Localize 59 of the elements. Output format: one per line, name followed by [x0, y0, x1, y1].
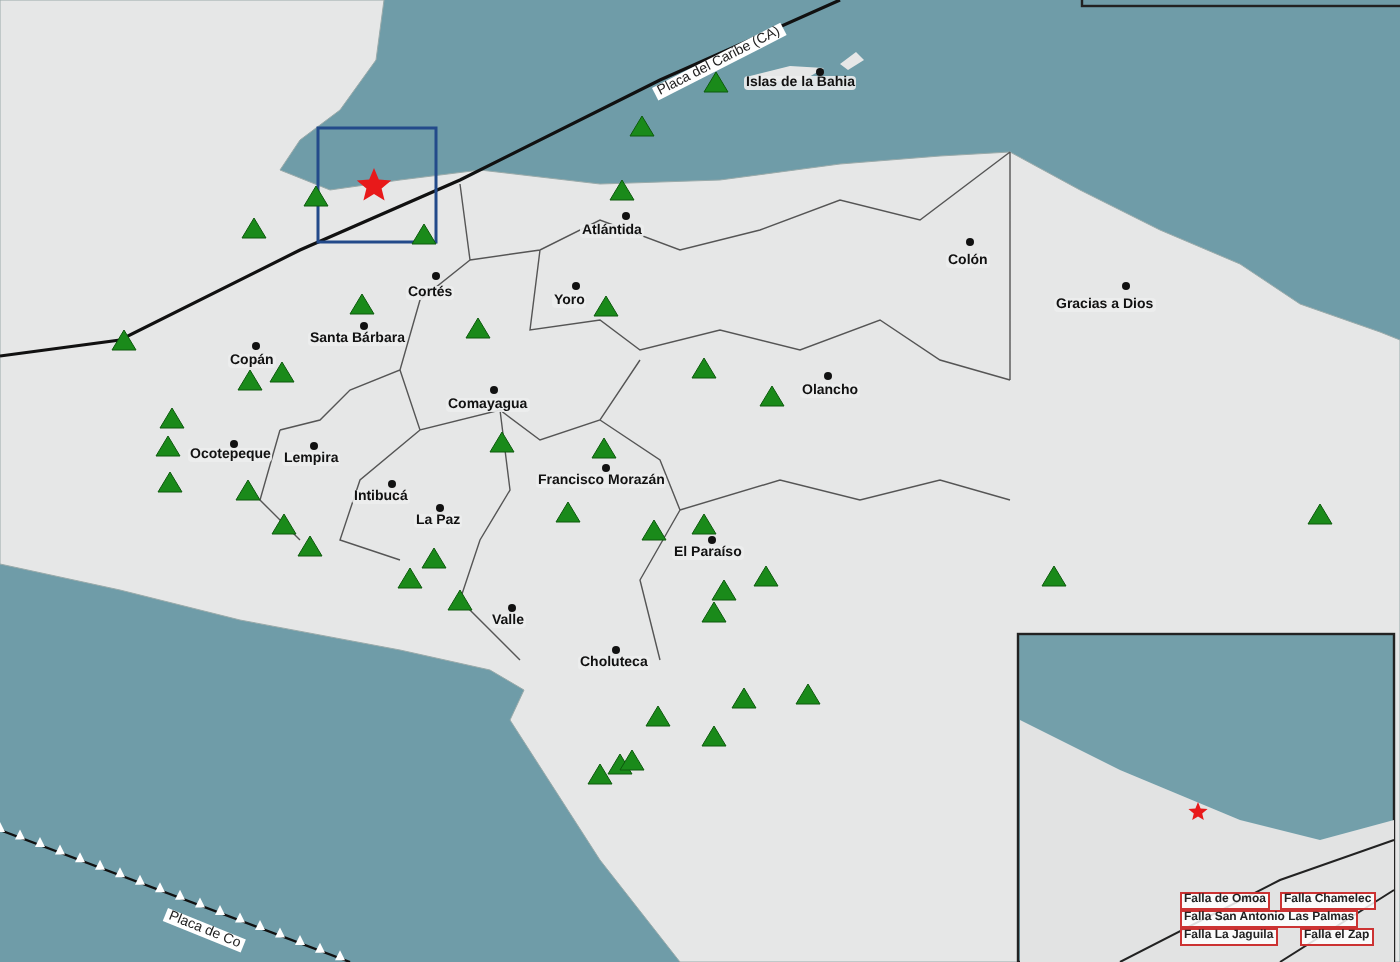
seismic-station-icon — [465, 317, 491, 339]
seismic-station-icon — [645, 705, 671, 727]
seismic-station-icon — [591, 437, 617, 459]
seismic-station-icon — [711, 579, 737, 601]
city-dot — [824, 372, 832, 380]
seismic-station-icon — [237, 369, 263, 391]
city-dot — [490, 386, 498, 394]
seismic-station-icon — [241, 217, 267, 239]
seismic-station-icon — [609, 179, 635, 201]
inset-extent-box — [316, 126, 438, 244]
city-dot — [572, 282, 580, 290]
city-dot — [508, 604, 516, 612]
seismic-station-icon — [297, 535, 323, 557]
city-dot — [388, 480, 396, 488]
seismic-station-icon — [691, 513, 717, 535]
city-dot — [708, 536, 716, 544]
city-dot — [230, 440, 238, 448]
seismic-station-icon — [159, 407, 185, 429]
seismic-station-icon — [157, 471, 183, 493]
city-dot — [602, 464, 610, 472]
seismic-station-icon — [593, 295, 619, 317]
seismic-station-icon — [421, 547, 447, 569]
seismic-station-icon — [691, 357, 717, 379]
seismic-station-icon — [753, 565, 779, 587]
seismic-station-icon — [271, 513, 297, 535]
epicenter-star-icon — [1188, 802, 1208, 820]
seismic-station-icon — [555, 501, 581, 523]
seismic-station-icon — [619, 749, 645, 771]
seismic-station-icon — [629, 115, 655, 137]
seismic-station-icon — [349, 293, 375, 315]
city-dot — [436, 504, 444, 512]
seismic-station-icon — [235, 479, 261, 501]
seismic-station-icon — [397, 567, 423, 589]
city-dot — [360, 322, 368, 330]
city-dot — [252, 342, 260, 350]
city-dot — [612, 646, 620, 654]
city-dot — [432, 272, 440, 280]
city-dot — [816, 68, 824, 76]
seismic-station-icon — [303, 185, 329, 207]
seismic-station-icon — [447, 589, 473, 611]
city-dot — [622, 212, 630, 220]
seismic-station-icon — [1307, 503, 1333, 525]
city-dot — [966, 238, 974, 246]
seismic-station-icon — [701, 601, 727, 623]
city-dot — [310, 442, 318, 450]
seismic-station-icon — [731, 687, 757, 709]
epicenter-star-icon — [356, 168, 392, 201]
seismic-station-icon — [111, 329, 137, 351]
seismic-station-icon — [587, 763, 613, 785]
seismic-station-icon — [489, 431, 515, 453]
seismic-station-icon — [701, 725, 727, 747]
seismic-station-icon — [155, 435, 181, 457]
city-dot — [1122, 282, 1130, 290]
seismic-station-icon — [411, 223, 437, 245]
seismic-station-icon — [795, 683, 821, 705]
seismic-station-icon — [641, 519, 667, 541]
seismic-station-icon — [1041, 565, 1067, 587]
seismic-station-icon — [269, 361, 295, 383]
seismic-station-icon — [759, 385, 785, 407]
